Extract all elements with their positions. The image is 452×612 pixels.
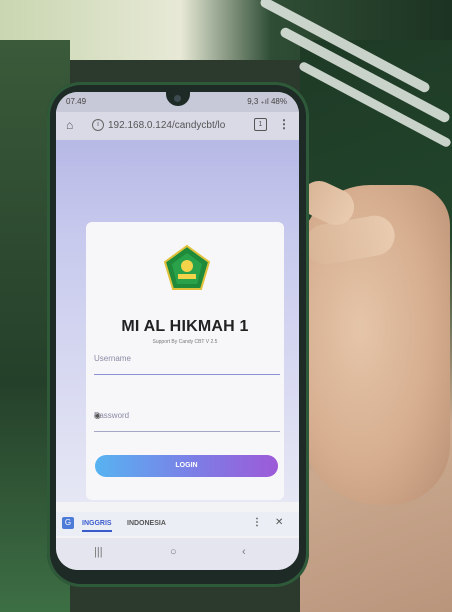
- translate-bar: G INGGRIS INDONESIA ⋮ ✕: [56, 512, 299, 536]
- lang-tab-other[interactable]: INDONESIA: [127, 520, 166, 527]
- status-time: 07.49: [66, 97, 87, 106]
- camera-icon: [174, 95, 181, 102]
- android-nav-bar: ||| ○ ‹: [56, 538, 299, 570]
- info-icon[interactable]: i: [92, 119, 104, 131]
- home-icon[interactable]: ⌂: [66, 118, 73, 132]
- login-card: MI AL HIKMAH 1 Support By Candy CBT V 2.…: [86, 222, 284, 500]
- password-field[interactable]: Password ◉: [94, 409, 280, 432]
- username-placeholder: Username: [94, 354, 131, 363]
- support-text: Support By Candy CBT V 2.5: [152, 339, 218, 345]
- back-icon[interactable]: ‹: [242, 546, 246, 558]
- school-emblem-icon: [163, 244, 211, 290]
- lang-tab-active[interactable]: INGGRIS: [82, 520, 112, 532]
- close-icon[interactable]: ✕: [275, 517, 283, 528]
- phone-screen: 07.49 9,3 ₊ıl 48% ⌂ i 192.168.0.124/cand…: [56, 92, 299, 570]
- status-indicators: 9,3 ₊ıl 48%: [247, 97, 287, 106]
- eye-icon[interactable]: ◉: [94, 411, 278, 420]
- recent-apps-icon[interactable]: |||: [94, 546, 103, 558]
- tab-count-button[interactable]: 1: [254, 118, 267, 131]
- web-page: MI AL HIKMAH 1 Support By Candy CBT V 2.…: [56, 140, 299, 502]
- url-field[interactable]: 192.168.0.124/candycbt/lo: [108, 120, 238, 131]
- more-icon[interactable]: ⋮: [252, 517, 262, 528]
- menu-icon[interactable]: ⋮: [278, 117, 290, 131]
- home-nav-icon[interactable]: ○: [170, 546, 177, 558]
- browser-address-bar: ⌂ i 192.168.0.124/candycbt/lo 1 ⋮: [56, 112, 299, 140]
- username-field[interactable]: Username: [94, 352, 280, 375]
- translate-icon: G: [62, 517, 74, 529]
- school-name: MI AL HIKMAH 1: [121, 318, 249, 335]
- login-button[interactable]: LOGIN: [95, 455, 278, 477]
